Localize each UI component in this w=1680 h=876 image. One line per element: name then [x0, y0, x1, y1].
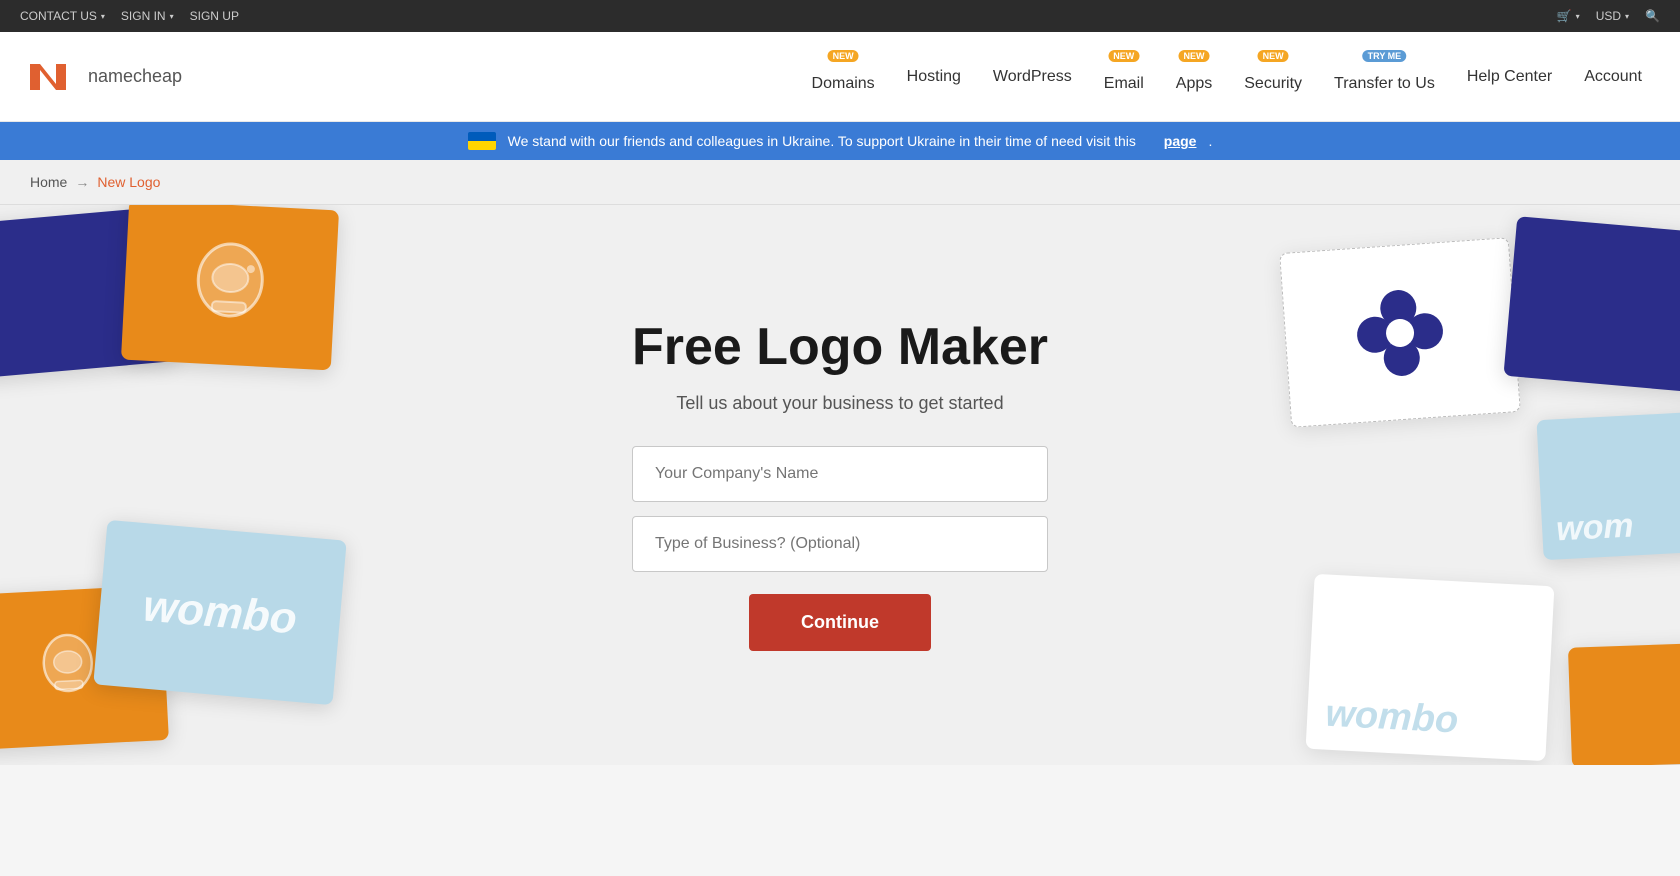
apps-badge: NEW: [1179, 50, 1210, 62]
nav-domains[interactable]: NEW Domains: [798, 32, 889, 122]
flag-blue-stripe: [468, 132, 496, 141]
nav-items: NEW Domains Hosting WordPress NEW Email …: [798, 32, 1656, 122]
logo-text: namecheap: [88, 66, 182, 87]
nav-account[interactable]: Account: [1570, 32, 1656, 122]
cart-icon: 🛒: [1557, 9, 1572, 23]
ukraine-flag: [468, 132, 496, 150]
cart-link[interactable]: 🛒 ▾: [1557, 9, 1580, 23]
contact-us-link[interactable]: CONTACT US ▾: [20, 9, 105, 23]
continue-button[interactable]: Continue: [749, 594, 931, 651]
nav-hosting[interactable]: Hosting: [893, 32, 975, 122]
company-name-input[interactable]: [632, 446, 1048, 502]
wombo-text-right: wom: [1555, 506, 1634, 549]
card-orange-helmet: [121, 205, 339, 370]
sign-in-link[interactable]: SIGN IN ▾: [121, 9, 174, 23]
business-type-field: [632, 516, 1048, 572]
wombo-text-bottom: wombo: [1324, 693, 1459, 743]
card-lightblue-right: wom: [1536, 410, 1680, 560]
nav-help[interactable]: Help Center: [1453, 32, 1566, 122]
card-orange-br: [1568, 642, 1680, 765]
flower-icon: [1347, 279, 1454, 386]
domains-badge: NEW: [828, 50, 859, 62]
signin-caret-icon: ▾: [170, 12, 174, 21]
cards-left: wombo: [0, 205, 430, 765]
card-flower: [1279, 237, 1521, 428]
breadcrumb-current: New Logo: [97, 174, 160, 190]
card-lightblue-wombo: wombo: [93, 520, 346, 705]
nav-apps[interactable]: NEW Apps: [1162, 32, 1226, 122]
nav-email[interactable]: NEW Email: [1090, 32, 1158, 122]
company-name-field: [632, 446, 1048, 502]
search-icon: 🔍: [1645, 9, 1660, 23]
currency-selector[interactable]: USD ▾: [1596, 9, 1629, 23]
ukraine-banner: We stand with our friends and colleagues…: [0, 122, 1680, 160]
wombo-text-left: wombo: [141, 581, 299, 644]
helmet-icon-small: [31, 631, 105, 705]
top-bar: CONTACT US ▾ SIGN IN ▾ SIGN UP 🛒 ▾ USD ▾…: [0, 0, 1680, 32]
breadcrumb-home[interactable]: Home: [30, 174, 67, 190]
card-white-bottom-wombo: wombo: [1306, 574, 1555, 761]
cards-right: wom wombo: [1260, 205, 1680, 765]
helmet-icon: [183, 238, 278, 333]
logo[interactable]: namecheap: [24, 58, 182, 96]
hero-center: Free Logo Maker Tell us about your busin…: [612, 279, 1068, 690]
sign-up-link[interactable]: SIGN UP: [190, 9, 239, 23]
top-bar-right: 🛒 ▾ USD ▾ 🔍: [1557, 9, 1660, 23]
ukraine-banner-text: We stand with our friends and colleagues…: [508, 133, 1136, 149]
hero-title: Free Logo Maker: [632, 319, 1048, 376]
security-badge: NEW: [1258, 50, 1289, 62]
email-badge: NEW: [1108, 50, 1139, 62]
breadcrumb-separator: →: [75, 174, 89, 190]
search-link[interactable]: 🔍: [1645, 9, 1660, 23]
nav-wordpress[interactable]: WordPress: [979, 32, 1086, 122]
nav-security[interactable]: NEW Security: [1230, 32, 1316, 122]
top-bar-left: CONTACT US ▾ SIGN IN ▾ SIGN UP: [20, 9, 239, 23]
nav-transfer[interactable]: TRY ME Transfer to Us: [1320, 32, 1449, 122]
business-type-input[interactable]: [632, 516, 1048, 572]
currency-caret-icon: ▾: [1625, 12, 1629, 21]
main-nav: namecheap NEW Domains Hosting WordPress …: [0, 32, 1680, 122]
hero-section: wombo wom wombo Fr: [0, 205, 1680, 765]
ukraine-page-link[interactable]: page: [1164, 133, 1197, 149]
contact-caret-icon: ▾: [101, 12, 105, 21]
namecheap-logo-icon: [24, 58, 72, 96]
breadcrumb: Home → New Logo: [0, 160, 1680, 205]
flag-yellow-stripe: [468, 141, 496, 150]
card-blue-right: [1503, 216, 1680, 394]
transfer-badge: TRY ME: [1363, 50, 1407, 62]
cart-caret-icon: ▾: [1576, 12, 1580, 21]
hero-subtitle: Tell us about your business to get start…: [632, 393, 1048, 414]
